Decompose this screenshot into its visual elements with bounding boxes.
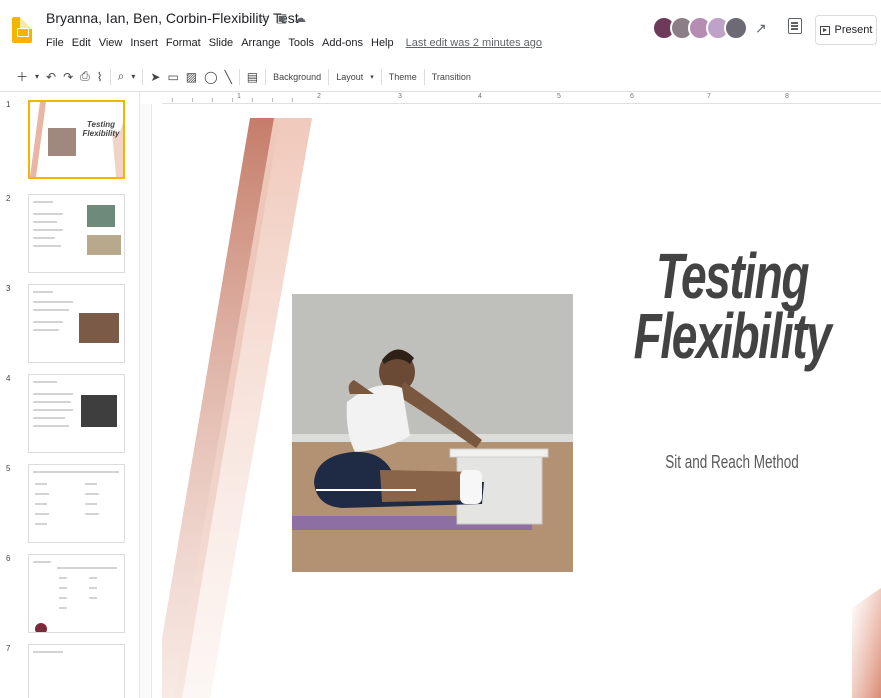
toolbar-divider — [423, 68, 425, 85]
avatar[interactable] — [724, 16, 748, 40]
slide-subtitle[interactable]: Sit and Reach Method — [627, 452, 837, 473]
menu-edit[interactable]: Edit — [72, 37, 91, 49]
menu-insert[interactable]: Insert — [130, 37, 158, 49]
toolbar-divider — [238, 68, 240, 85]
slide-thumbnail[interactable] — [28, 464, 125, 543]
slide-thumbnail[interactable] — [28, 194, 125, 273]
sit-and-reach-image — [292, 294, 573, 572]
slide-thumbnail[interactable] — [28, 554, 125, 633]
slide-number: 3 — [6, 284, 11, 293]
present-button[interactable]: Present — [815, 15, 877, 45]
slide-number: 1 — [6, 100, 11, 109]
slide-title-line-1: Testing — [655, 240, 809, 312]
slide-canvas[interactable]: Testing Flexibility Sit and Reach Method — [162, 118, 881, 698]
select-cursor-icon[interactable]: ➤ — [150, 70, 160, 84]
horizontal-ruler[interactable]: 1 2 3 4 5 6 7 8 — [162, 92, 881, 104]
shape-icon[interactable]: ◯ — [204, 70, 217, 84]
thumbnail-photo — [48, 128, 76, 156]
text-box-icon[interactable]: ▭ — [167, 70, 178, 84]
slide-number: 2 — [6, 194, 11, 203]
vertical-ruler[interactable] — [140, 104, 152, 698]
slide-number: 7 — [6, 644, 11, 653]
move-folder-icon[interactable]: ▣ — [276, 11, 287, 25]
zoom-icon[interactable]: ⌕ — [118, 69, 125, 84]
menu-file[interactable]: File — [46, 37, 64, 49]
slide-thumbnail[interactable]: Testing Flexibility — [28, 100, 125, 179]
menu-add-ons[interactable]: Add-ons — [322, 37, 363, 49]
undo-icon[interactable]: ↶ — [46, 70, 56, 84]
thumbnail-photo — [81, 395, 117, 427]
star-icon[interactable]: ☆ — [258, 11, 269, 25]
slide-thumbnail[interactable] — [28, 644, 125, 698]
transition-button[interactable]: Transition — [432, 72, 471, 82]
layout-button[interactable]: Layout — [336, 72, 363, 82]
new-slide-icon[interactable]: ＋ — [16, 68, 28, 85]
thumbnail-photo — [87, 205, 115, 227]
ruler-number: 4 — [478, 93, 482, 100]
toolbar-divider — [380, 68, 382, 85]
toolbar-divider — [328, 68, 330, 85]
background-button[interactable]: Background — [273, 72, 321, 82]
toolbar: ＋ ▾ ↶ ↷ ⎙ ⌇ ⌕ ▾ ➤ ▭ ▨ ◯ ╲ ▤ Background L… — [0, 62, 881, 92]
present-label: Present — [834, 24, 873, 36]
stretching-photo[interactable] — [292, 294, 573, 572]
thumbnail-dot — [35, 623, 47, 632]
slide-number: 5 — [6, 464, 11, 473]
slide-number: 6 — [6, 554, 11, 563]
menu-bar: File Edit View Insert Format Slide Arran… — [46, 37, 542, 49]
theme-button[interactable]: Theme — [389, 72, 417, 82]
toolbar-divider — [265, 68, 267, 85]
ruler-number: 5 — [557, 93, 561, 100]
menu-arrange[interactable]: Arrange — [241, 37, 280, 49]
ruler-number: 6 — [630, 93, 634, 100]
redo-icon[interactable]: ↷ — [63, 70, 73, 84]
activity-dashboard-icon[interactable]: ↗ — [755, 20, 767, 37]
slide-thumbnail[interactable] — [28, 284, 125, 363]
ruler-number: 3 — [398, 93, 402, 100]
slide-filmstrip: 1 Testing Flexibility 2 3 4 5 6 7 — [0, 92, 140, 698]
cloud-status-icon[interactable]: ☁ — [294, 11, 306, 25]
slide-number: 4 — [6, 374, 11, 383]
thumbnail-photo — [79, 313, 119, 343]
menu-view[interactable]: View — [99, 37, 123, 49]
ruler-number: 7 — [707, 93, 711, 100]
toolbar-divider — [109, 68, 111, 85]
chevron-down-icon[interactable]: ▾ — [35, 72, 39, 81]
app-header: Bryanna, Ian, Ben, Corbin-Flexibility Te… — [0, 0, 881, 62]
chevron-down-icon[interactable]: ▾ — [370, 73, 374, 81]
chevron-down-icon[interactable]: ▾ — [131, 72, 135, 81]
toolbar-divider — [142, 68, 144, 85]
thumbnail-title: Testing Flexibility — [82, 120, 120, 138]
slide-title[interactable]: Testing Flexibility — [631, 240, 833, 372]
paint-format-icon[interactable]: ⌇ — [97, 70, 103, 84]
menu-format[interactable]: Format — [166, 37, 201, 49]
ruler-number: 8 — [785, 93, 789, 100]
thumbnail-photo — [87, 235, 121, 255]
line-icon[interactable]: ╲ — [225, 70, 232, 84]
image-icon[interactable]: ▨ — [186, 70, 197, 84]
menu-tools[interactable]: Tools — [288, 37, 314, 49]
menu-slide[interactable]: Slide — [209, 37, 233, 49]
slide-thumbnail[interactable] — [28, 374, 125, 453]
comment-add-icon[interactable]: ▤ — [247, 70, 258, 84]
last-edit-link[interactable]: Last edit was 2 minutes ago — [406, 37, 542, 49]
thumbnail-stripes — [30, 102, 123, 177]
collaborator-avatars — [652, 16, 748, 40]
slides-logo-icon[interactable] — [12, 17, 32, 43]
ruler-number: 1 — [237, 93, 241, 100]
print-icon[interactable]: ⎙ — [80, 69, 90, 84]
slide-title-line-2: Flexibility — [633, 300, 832, 372]
ruler-number: 2 — [317, 93, 321, 100]
present-icon — [819, 25, 830, 35]
comments-icon[interactable] — [788, 18, 802, 34]
menu-help[interactable]: Help — [371, 37, 394, 49]
